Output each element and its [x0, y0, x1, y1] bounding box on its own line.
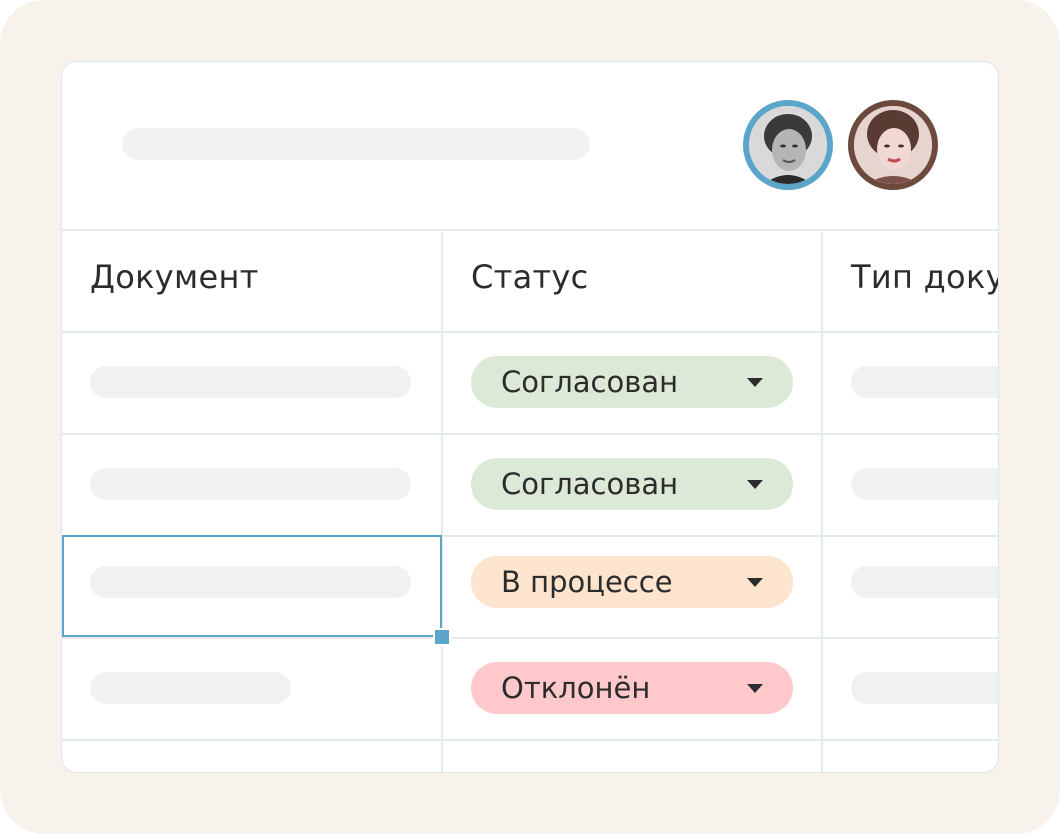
- doc-type-placeholder[interactable]: [851, 672, 998, 704]
- status-label: Согласован: [501, 467, 679, 501]
- status-dropdown[interactable]: Согласован: [471, 458, 793, 510]
- status-label: Согласован: [501, 365, 679, 399]
- page-background: Документ Статус Тип доку Согласован Согл…: [0, 0, 1060, 834]
- title-placeholder: [122, 128, 590, 160]
- status-dropdown[interactable]: В процессе: [471, 556, 793, 608]
- chevron-down-icon: [747, 577, 763, 587]
- doc-type-placeholder[interactable]: [851, 468, 998, 500]
- collaborator-avatar-2[interactable]: [848, 100, 938, 190]
- collaborator-avatar-1[interactable]: [743, 100, 833, 190]
- row-divider: [62, 433, 998, 435]
- status-label: Отклонён: [501, 671, 651, 705]
- fill-handle[interactable]: [433, 628, 451, 646]
- chevron-down-icon: [747, 683, 763, 693]
- document-name-placeholder[interactable]: [90, 468, 411, 500]
- column-header-document[interactable]: Документ: [90, 258, 259, 296]
- column-header-status[interactable]: Статус: [471, 258, 589, 296]
- status-dropdown[interactable]: Отклонён: [471, 662, 793, 714]
- row-divider: [62, 637, 998, 639]
- status-dropdown[interactable]: Согласован: [471, 356, 793, 408]
- doc-type-placeholder[interactable]: [851, 566, 998, 598]
- selected-cell-outline[interactable]: [62, 535, 442, 637]
- column-divider: [821, 229, 823, 772]
- column-header-doc-type[interactable]: Тип доку: [851, 258, 998, 296]
- row-divider: [62, 739, 998, 741]
- documents-table-card: Документ Статус Тип доку Согласован Согл…: [61, 61, 999, 773]
- document-name-placeholder[interactable]: [90, 366, 411, 398]
- avatar-photo-icon: [854, 106, 932, 184]
- row-divider: [62, 331, 998, 333]
- chevron-down-icon: [747, 479, 763, 489]
- column-divider: [441, 229, 443, 772]
- status-label: В процессе: [501, 565, 673, 599]
- document-name-placeholder[interactable]: [90, 672, 291, 704]
- chevron-down-icon: [747, 377, 763, 387]
- avatar-photo-icon: [749, 106, 827, 184]
- doc-type-placeholder[interactable]: [851, 366, 998, 398]
- header-top-border: [62, 229, 998, 231]
